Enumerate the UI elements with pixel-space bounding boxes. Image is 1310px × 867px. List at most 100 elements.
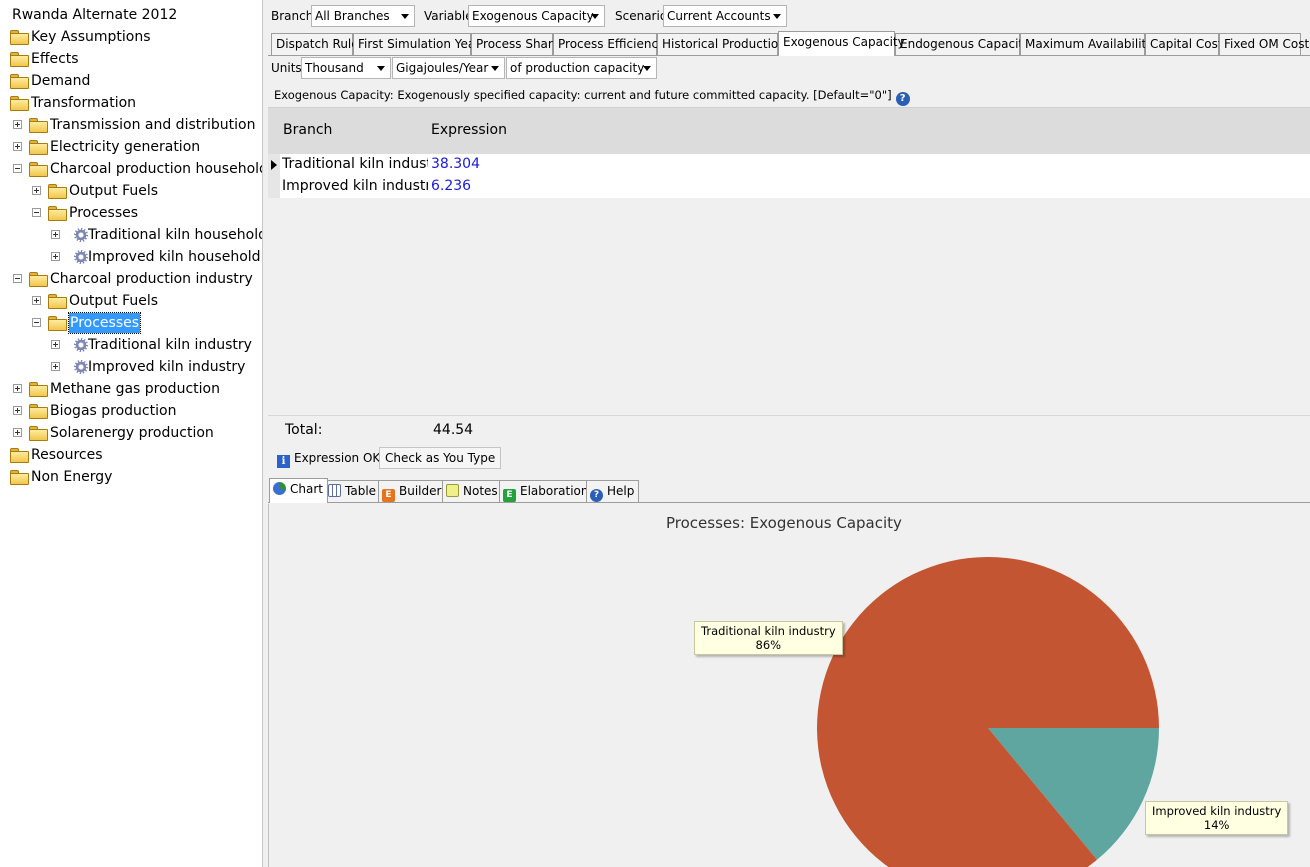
column-header-expression[interactable]: Expression <box>431 122 507 138</box>
tree-item-label: Output Fuels <box>69 183 159 199</box>
tab-elaboration[interactable]: E Elaboration <box>499 480 594 502</box>
tree-item[interactable]: Improved kiln industry <box>0 356 262 378</box>
folder-icon <box>29 118 48 133</box>
tree-item[interactable]: Effects <box>0 48 262 70</box>
tab-variable[interactable]: Process Efficiency <box>553 33 665 55</box>
tree-item[interactable]: Methane gas production <box>0 378 262 400</box>
column-header-branch[interactable]: Branch <box>283 122 332 138</box>
tree-item[interactable]: Improved kiln household <box>0 246 262 268</box>
tree-item[interactable]: Output Fuels <box>0 290 262 312</box>
tab-variable[interactable]: Capital Cost <box>1145 33 1223 55</box>
expand-icon[interactable] <box>13 120 22 129</box>
units-scale-dropdown[interactable]: Thousand <box>301 57 391 79</box>
folder-icon <box>48 316 67 331</box>
tab-variable[interactable]: Process Share <box>471 33 560 55</box>
builder-icon: E <box>382 489 395 502</box>
total-value: 44.54 <box>433 422 474 438</box>
tab-variable[interactable]: Historical Production <box>657 33 786 55</box>
slice-label-traditional: Traditional kiln industry 86% <box>694 621 843 655</box>
bottom-tabs: Chart Table E Builder Notes E Elaboration … <box>268 478 1310 503</box>
units-qualifier-dropdown[interactable]: of production capacity <box>506 57 657 79</box>
tree-item-label: Transmission and distribution <box>50 117 256 133</box>
tree-item[interactable]: Solarenergy production <box>0 422 262 444</box>
collapse-icon[interactable] <box>32 208 41 217</box>
process-gear-icon <box>74 228 88 242</box>
tree-item-label: Resources <box>31 447 103 463</box>
tree-item[interactable]: Processes <box>0 312 262 334</box>
chevron-down-icon <box>491 66 499 71</box>
table-row[interactable]: Improved kiln industry 6.236 <box>268 176 1310 198</box>
tree-item[interactable]: Demand <box>0 70 262 92</box>
tree-item[interactable]: Traditional kiln household <box>0 224 262 246</box>
folder-icon <box>48 206 67 221</box>
tab-help[interactable]: ? Help <box>586 480 640 502</box>
tree-item-label: Demand <box>31 73 91 89</box>
row-expression[interactable]: 6.236 <box>431 178 471 194</box>
row-expression[interactable]: 38.304 <box>431 156 480 172</box>
tab-variable-label: Exogenous Capacity <box>783 35 905 49</box>
tab-notes[interactable]: Notes <box>442 480 503 502</box>
branch-dropdown[interactable]: All Branches <box>311 5 415 27</box>
folder-icon <box>29 404 48 419</box>
expand-icon[interactable] <box>13 384 22 393</box>
variable-dropdown[interactable]: Exogenous Capacity <box>468 5 605 27</box>
tree-item-label: Non Energy <box>31 469 113 485</box>
tree-item[interactable]: Output Fuels <box>0 180 262 202</box>
branch-tree[interactable]: Rwanda Alternate 2012 Key Assumptions Eff… <box>0 0 263 867</box>
expand-icon[interactable] <box>51 340 60 349</box>
tree-root[interactable]: Rwanda Alternate 2012 <box>12 4 177 26</box>
grid-header: Branch Expression <box>268 108 1310 154</box>
table-row[interactable]: Traditional kiln industry 38.304 <box>268 154 1310 176</box>
scenario-dropdown[interactable]: Current Accounts <box>663 5 787 27</box>
tree-item[interactable]: Non Energy <box>0 466 262 488</box>
tab-variable[interactable]: Maximum Availability <box>1020 33 1153 55</box>
tree-item[interactable]: Resources <box>0 444 262 466</box>
tab-variable[interactable]: Dispatch Rule <box>271 33 359 55</box>
tab-chart[interactable]: Chart <box>269 478 328 503</box>
expand-icon[interactable] <box>32 296 41 305</box>
help-icon[interactable]: ? <box>895 92 910 106</box>
units-unit-dropdown[interactable]: Gigajoules/Year <box>392 57 505 79</box>
tree-item-label: Electricity generation <box>50 139 201 155</box>
help-icon: ? <box>590 489 603 502</box>
tree-item-label: Biogas production <box>50 403 177 419</box>
tab-variable-label: Dispatch Rule <box>276 37 359 51</box>
collapse-icon[interactable] <box>13 164 22 173</box>
check-as-you-type-button[interactable]: Check as You Type <box>379 447 502 469</box>
tab-variable[interactable]: First Simulation Year <box>353 33 480 55</box>
expand-icon[interactable] <box>32 186 41 195</box>
folder-icon <box>29 426 48 441</box>
collapse-icon[interactable] <box>32 318 41 327</box>
tree-item-label: Improved kiln household <box>88 249 261 265</box>
expression-status[interactable]: i Expression OK <box>271 447 386 469</box>
tree-item[interactable]: Key Assumptions <box>0 26 262 48</box>
tree-item[interactable]: Traditional kiln industry <box>0 334 262 356</box>
tree-item[interactable]: Electricity generation <box>0 136 262 158</box>
tab-variable[interactable]: Endogenous Capacity <box>895 33 1030 55</box>
folder-icon <box>10 448 29 463</box>
current-row-icon <box>271 160 277 170</box>
tab-variable[interactable]: Exogenous Capacity <box>778 31 905 56</box>
folder-icon <box>29 382 48 397</box>
expand-icon[interactable] <box>51 252 60 261</box>
tree-item[interactable]: Charcoal production household <box>0 158 262 180</box>
slice-label-improved: Improved kiln industry 14% <box>1145 801 1289 835</box>
expand-icon[interactable] <box>13 142 22 151</box>
tab-variable[interactable]: Fixed OM Cost <box>1219 33 1309 55</box>
tree-item[interactable]: Transmission and distribution <box>0 114 262 136</box>
tree-item[interactable]: Charcoal production industry <box>0 268 262 290</box>
tree-item-label: Effects <box>31 51 79 67</box>
collapse-icon[interactable] <box>13 274 22 283</box>
tab-builder[interactable]: E Builder <box>378 480 447 502</box>
expand-icon[interactable] <box>51 362 60 371</box>
expand-icon[interactable] <box>51 230 60 239</box>
folder-icon <box>10 74 29 89</box>
tree-item[interactable]: Transformation <box>0 92 262 114</box>
tree-item-label: Charcoal production household <box>50 161 263 177</box>
pie-chart-icon <box>273 482 286 495</box>
expand-icon[interactable] <box>13 428 22 437</box>
expand-icon[interactable] <box>13 406 22 415</box>
tab-table[interactable]: Table <box>324 480 382 502</box>
tree-item[interactable]: Biogas production <box>0 400 262 422</box>
tree-item[interactable]: Processes <box>0 202 262 224</box>
